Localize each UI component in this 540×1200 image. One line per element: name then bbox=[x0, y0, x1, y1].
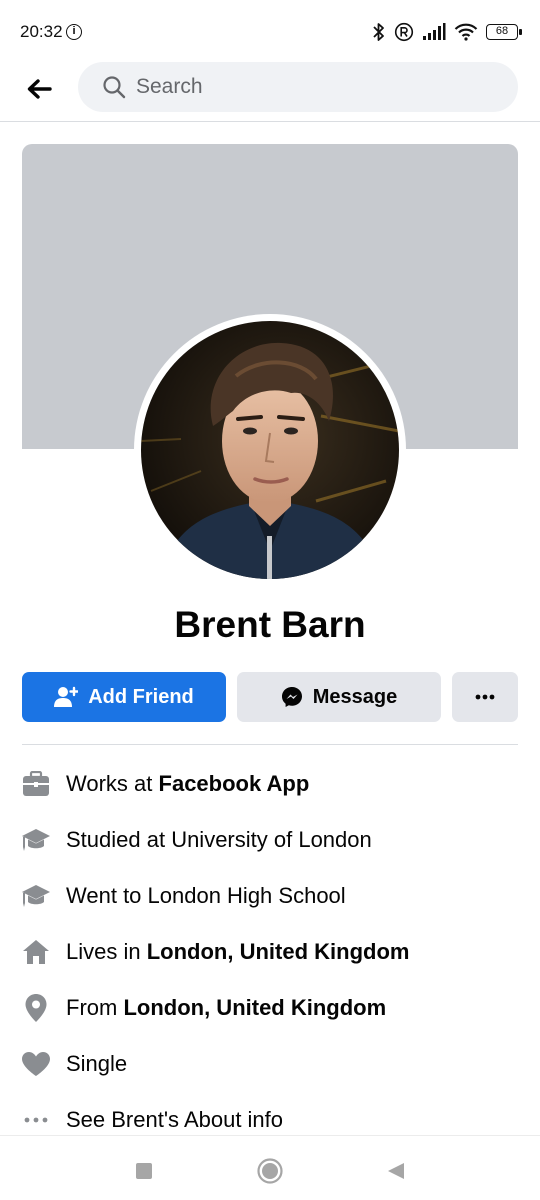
recent-apps-button[interactable] bbox=[129, 1156, 159, 1186]
more-options-button[interactable] bbox=[452, 672, 518, 722]
search-bar[interactable] bbox=[78, 62, 518, 112]
add-friend-button[interactable]: Add Friend bbox=[22, 672, 226, 722]
intro-item-work[interactable]: Works at Facebook App bbox=[0, 756, 540, 812]
intro-text: From London, United Kingdom bbox=[66, 995, 387, 1020]
messenger-icon bbox=[281, 687, 302, 707]
heart-icon bbox=[20, 1048, 52, 1080]
profile-photo bbox=[141, 321, 399, 579]
back-nav-button[interactable] bbox=[381, 1156, 411, 1186]
intro-item-high-school[interactable]: Went to London High School bbox=[0, 868, 540, 924]
home-button[interactable] bbox=[255, 1156, 285, 1186]
search-input[interactable] bbox=[136, 75, 496, 99]
graduation-cap-icon bbox=[20, 824, 52, 856]
more-dots-icon bbox=[20, 1104, 52, 1136]
bluetooth-icon bbox=[373, 23, 384, 41]
square-icon bbox=[136, 1163, 152, 1179]
status-bar: 20:32 i 68 bbox=[0, 0, 540, 62]
intro-item-university[interactable]: Studied at University of London bbox=[0, 812, 540, 868]
battery-icon: 68 bbox=[486, 24, 522, 40]
message-button[interactable]: Message bbox=[237, 672, 441, 722]
system-nav-bar bbox=[0, 1135, 540, 1200]
briefcase-icon bbox=[20, 768, 52, 800]
triangle-back-icon bbox=[388, 1163, 404, 1179]
signal-icon bbox=[423, 23, 446, 40]
intro-item-lives-in[interactable]: Lives in London, United Kingdom bbox=[0, 924, 540, 980]
message-label: Message bbox=[312, 685, 398, 708]
intro-text: Went to London High School bbox=[66, 883, 346, 908]
intro-text: Works at Facebook App bbox=[66, 771, 310, 796]
arrow-left-icon bbox=[27, 79, 52, 99]
location-pin-icon bbox=[20, 992, 52, 1024]
house-icon bbox=[20, 936, 52, 968]
search-icon bbox=[103, 76, 126, 99]
profile-name: Brent Barn bbox=[174, 604, 366, 645]
more-dots-icon bbox=[475, 694, 495, 700]
intro-item-relationship[interactable]: Single bbox=[0, 1036, 540, 1092]
add-friend-icon bbox=[54, 686, 79, 707]
profile-avatar[interactable] bbox=[141, 321, 399, 579]
status-time: 20:32 bbox=[20, 22, 63, 41]
intro-list: Works at Facebook App Studied at Univers… bbox=[0, 756, 540, 1148]
info-icon: i bbox=[66, 24, 82, 40]
graduation-cap-icon bbox=[20, 880, 52, 912]
registered-icon bbox=[394, 22, 414, 42]
header bbox=[0, 62, 540, 122]
intro-text: Lives in London, United Kingdom bbox=[66, 939, 410, 964]
intro-text: Single bbox=[66, 1051, 128, 1076]
circle-icon bbox=[257, 1158, 283, 1184]
intro-item-from[interactable]: From London, United Kingdom bbox=[0, 980, 540, 1036]
intro-text: Studied at University of London bbox=[66, 827, 372, 852]
intro-text: See Brent's About info bbox=[66, 1107, 284, 1132]
status-icons: 68 bbox=[372, 20, 522, 44]
add-friend-label: Add Friend bbox=[88, 685, 194, 708]
divider bbox=[22, 744, 518, 745]
wifi-icon bbox=[454, 23, 478, 41]
back-button[interactable] bbox=[22, 72, 56, 106]
